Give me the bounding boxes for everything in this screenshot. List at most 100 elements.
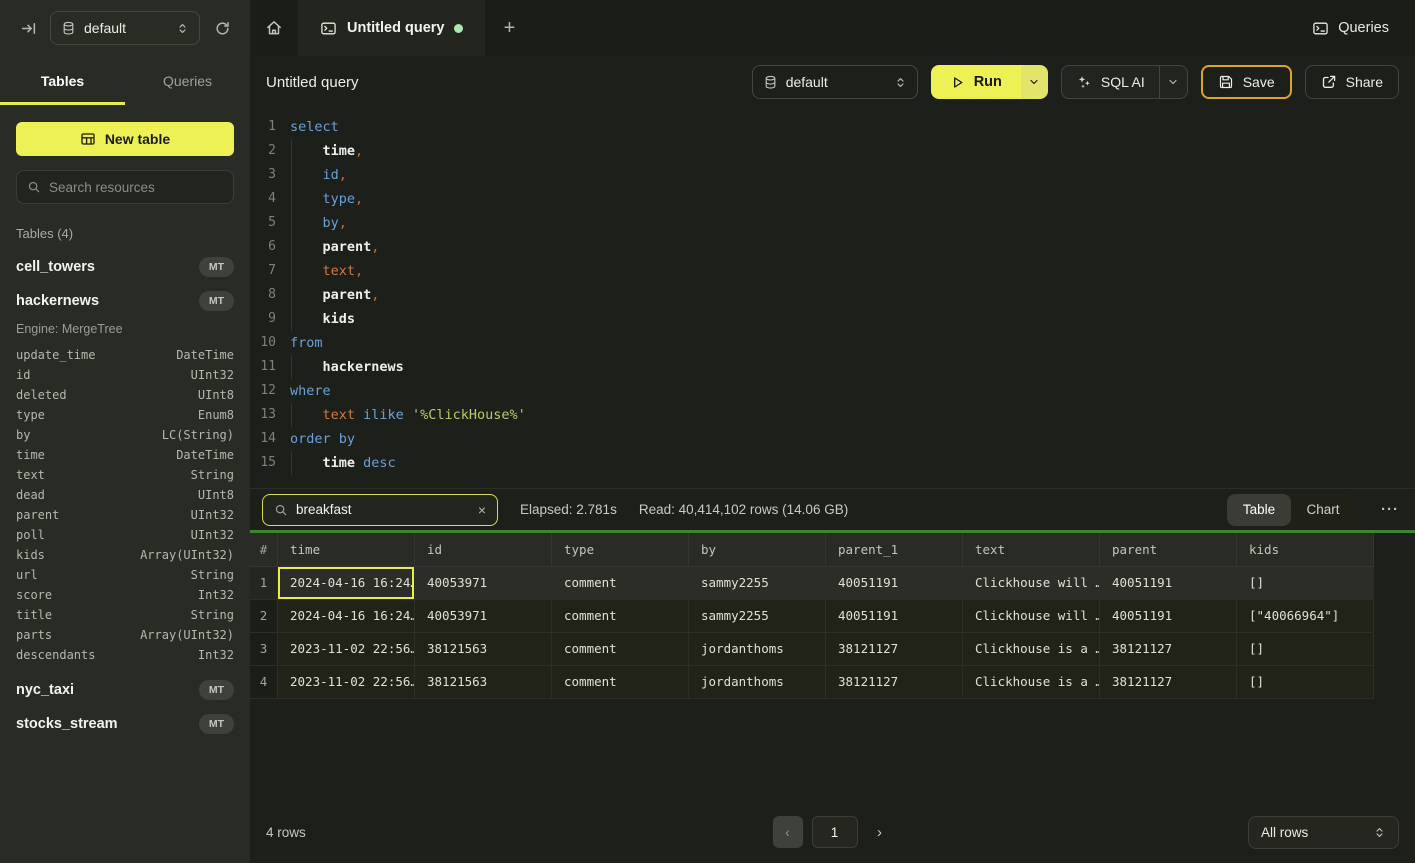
table-cell[interactable]: 38121127: [826, 666, 963, 699]
column-header-type[interactable]: type: [552, 533, 689, 567]
collapse-sidebar-button[interactable]: [14, 14, 42, 42]
column-row: parentUInt32: [16, 505, 234, 525]
table-cell[interactable]: Clickhouse will …: [963, 600, 1100, 633]
results-search-input[interactable]: [296, 502, 470, 517]
table-cell[interactable]: jordanthoms: [689, 633, 826, 666]
code-line: 9 kids: [250, 307, 1415, 331]
run-options-button[interactable]: [1021, 65, 1048, 99]
new-tab-button[interactable]: +: [485, 0, 533, 56]
table-cell[interactable]: []: [1237, 633, 1374, 666]
view-toggle-chart[interactable]: Chart: [1291, 494, 1355, 526]
column-header-time[interactable]: time: [278, 533, 415, 567]
table-row: 42023-11-02 22:56…38121563commentjordant…: [250, 666, 1415, 699]
sidebar-table-hackernews[interactable]: hackernews MT: [16, 290, 234, 312]
clear-search-icon[interactable]: ×: [478, 503, 486, 517]
save-button[interactable]: Save: [1201, 65, 1292, 99]
column-header-parent_1[interactable]: parent_1: [826, 533, 963, 567]
new-table-button[interactable]: New table: [16, 122, 234, 156]
table-cell[interactable]: 2023-11-02 22:56…: [278, 666, 415, 699]
table-cell[interactable]: sammy2255: [689, 600, 826, 633]
table-cell[interactable]: []: [1237, 567, 1374, 600]
table-cell[interactable]: 38121127: [1100, 666, 1237, 699]
table-cell[interactable]: 38121127: [826, 633, 963, 666]
table-cell[interactable]: 2024-04-16 16:24…: [278, 567, 415, 600]
sql-ai-button[interactable]: SQL AI: [1062, 65, 1159, 99]
table-cell[interactable]: jordanthoms: [689, 666, 826, 699]
queries-link[interactable]: Queries: [1312, 0, 1389, 56]
column-name: time: [16, 445, 45, 465]
current-page[interactable]: 1: [812, 816, 858, 848]
tab-untitled-query[interactable]: Untitled query: [298, 0, 485, 56]
table-cell[interactable]: 2024-04-16 16:24…: [278, 600, 415, 633]
run-button[interactable]: Run: [931, 65, 1021, 99]
sql-ai-label: SQL AI: [1101, 74, 1145, 90]
table-cell[interactable]: Clickhouse is a …: [963, 666, 1100, 699]
column-row: deadUInt8: [16, 485, 234, 505]
code-lines: 1select2 time,3 id,4 type,5 by,6 parent,…: [250, 115, 1415, 475]
code-line: 7 text,: [250, 259, 1415, 283]
table-cell[interactable]: 38121563: [415, 666, 552, 699]
query-database-selector[interactable]: default: [752, 65, 918, 99]
table-cell[interactable]: 2023-11-02 22:56…: [278, 633, 415, 666]
table-cell[interactable]: comment: [552, 600, 689, 633]
refresh-button[interactable]: [208, 14, 236, 42]
column-row: partsArray(UInt32): [16, 625, 234, 645]
sidebar-table-stocks-stream[interactable]: stocks_stream MT: [16, 713, 234, 735]
column-header-kids[interactable]: kids: [1237, 533, 1374, 567]
sidebar-table-cell-towers[interactable]: cell_towers MT: [16, 256, 234, 278]
table-cell[interactable]: 40053971: [415, 567, 552, 600]
page-size-value: All rows: [1261, 825, 1308, 840]
column-row: urlString: [16, 565, 234, 585]
table-cell[interactable]: Clickhouse will …: [963, 567, 1100, 600]
table-cell[interactable]: sammy2255: [689, 567, 826, 600]
sidebar-tab-queries[interactable]: Queries: [125, 56, 250, 105]
column-header-text[interactable]: text: [963, 533, 1100, 567]
column-type: Int32: [198, 585, 234, 605]
row-number: 1: [250, 567, 278, 600]
sidebar-search-input[interactable]: [49, 180, 223, 195]
column-header-parent[interactable]: parent: [1100, 533, 1237, 567]
table-cell[interactable]: ["40066964"]: [1237, 600, 1374, 633]
table-cell[interactable]: []: [1237, 666, 1374, 699]
table-cell[interactable]: comment: [552, 633, 689, 666]
sql-editor[interactable]: 1select2 time,3 id,4 type,5 by,6 parent,…: [250, 108, 1415, 488]
topbar: default Untitled query +: [0, 0, 1415, 56]
table-cell[interactable]: comment: [552, 567, 689, 600]
home-button[interactable]: [250, 0, 298, 56]
table-cell[interactable]: Clickhouse is a …: [963, 633, 1100, 666]
more-options-icon[interactable]: ···: [1377, 501, 1403, 518]
column-row: kidsArray(UInt32): [16, 545, 234, 565]
table-cell[interactable]: 40051191: [826, 567, 963, 600]
column-header-id[interactable]: id: [415, 533, 552, 567]
next-page-button[interactable]: ›: [867, 816, 893, 848]
column-type: UInt32: [191, 525, 234, 545]
table-cell[interactable]: 38121127: [1100, 633, 1237, 666]
column-type: Int32: [198, 645, 234, 665]
line-number: 3: [250, 163, 290, 187]
view-toggle-table[interactable]: Table: [1227, 494, 1291, 526]
code-text: by,: [290, 211, 347, 235]
database-icon: [763, 75, 778, 90]
database-selector[interactable]: default: [50, 11, 200, 45]
chevron-updown-icon: [1373, 826, 1386, 839]
line-number: 5: [250, 211, 290, 235]
table-cell[interactable]: 40051191: [826, 600, 963, 633]
sidebar-tab-tables[interactable]: Tables: [0, 56, 125, 105]
line-number: 6: [250, 235, 290, 259]
share-button[interactable]: Share: [1305, 65, 1399, 99]
page-size-selector[interactable]: All rows: [1248, 816, 1399, 849]
sql-ai-options-button[interactable]: [1159, 65, 1187, 99]
table-cell[interactable]: comment: [552, 666, 689, 699]
column-header-by[interactable]: by: [689, 533, 826, 567]
table-cell[interactable]: 38121563: [415, 633, 552, 666]
table-cell[interactable]: 40051191: [1100, 600, 1237, 633]
save-label: Save: [1243, 74, 1275, 90]
line-number: 13: [250, 403, 290, 427]
table-cell[interactable]: 40051191: [1100, 567, 1237, 600]
table-cell[interactable]: 40053971: [415, 600, 552, 633]
row-number: 2: [250, 600, 278, 633]
line-number: 15: [250, 451, 290, 475]
sidebar-table-nyc-taxi[interactable]: nyc_taxi MT: [16, 679, 234, 701]
line-number: 1: [250, 115, 290, 139]
prev-page-button[interactable]: ‹: [773, 816, 803, 848]
